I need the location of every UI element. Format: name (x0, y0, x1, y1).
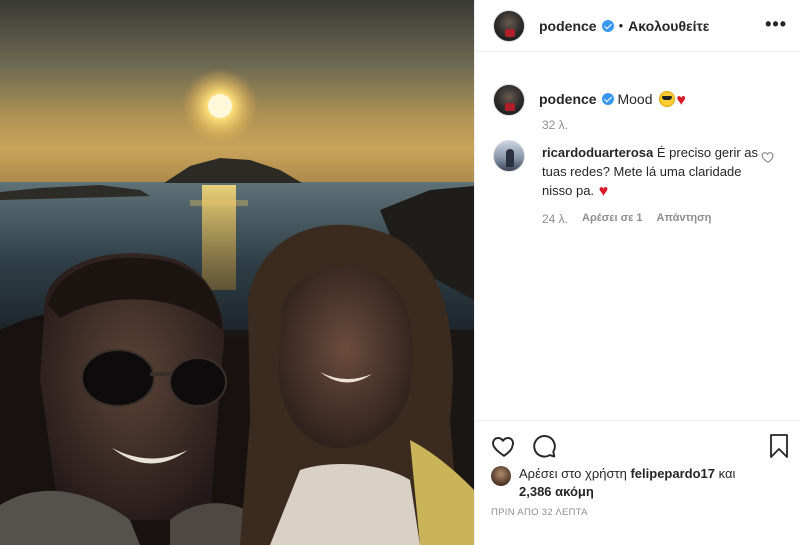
likes-summary: Αρέσει στο χρήστη felipepardo17 και 2,38… (491, 465, 791, 501)
caption-timestamp[interactable]: 32 λ. (542, 118, 568, 132)
user-avatar-icon[interactable] (493, 9, 525, 42)
likes-text: Αρέσει στο χρήστη felipepardo17 και 2,38… (519, 465, 735, 501)
liker-avatar-icon[interactable] (491, 466, 511, 486)
caption-username[interactable]: podence (539, 91, 597, 107)
sunset-selfie-image (0, 0, 474, 545)
post-photo[interactable] (0, 0, 474, 545)
comment-likes-button[interactable]: Αρέσει σε 1 (582, 212, 643, 226)
verified-badge-icon (601, 19, 614, 32)
red-heart-emoji-icon: ♥ (598, 183, 609, 200)
sunglasses-emoji-icon (659, 91, 676, 107)
comment-like-heart-icon[interactable] (761, 150, 775, 164)
verified-badge-icon (601, 93, 614, 105)
comment-icon[interactable] (531, 433, 557, 459)
comment-username[interactable]: ricardoduarterosa (542, 145, 653, 160)
header-separator: • (618, 18, 624, 33)
header-username[interactable]: podence (539, 18, 597, 34)
following-button[interactable]: Ακολουθείτε (628, 18, 709, 34)
caption-avatar-icon[interactable] (493, 84, 525, 116)
post-actions: Αρέσει στο χρήστη felipepardo17 και 2,38… (475, 420, 800, 545)
likes-others-button[interactable]: 2,386 ακόμη (519, 484, 594, 499)
comments-section: podence Mood ♥ 32 λ. ricardoduarterosa É… (475, 52, 800, 420)
heart-icon[interactable] (491, 433, 517, 459)
commenter-avatar-icon[interactable] (493, 140, 525, 172)
comment-timestamp[interactable]: 24 λ. (542, 212, 568, 226)
likes-and: και (718, 466, 736, 481)
caption-text: podence Mood ♥ (539, 90, 686, 110)
caption-row: podence Mood ♥ (493, 84, 686, 116)
more-options-button[interactable]: ••• (765, 15, 787, 33)
comment-text: ricardoduarterosa É preciso gerir as tua… (542, 143, 760, 201)
post-header: podence • Ακολουθείτε ••• (475, 0, 800, 52)
comment-meta: 24 λ. Αρέσει σε 1 Απάντηση (542, 212, 711, 226)
likes-prefix: Αρέσει στο χρήστη (519, 466, 627, 481)
comment-reply-button[interactable]: Απάντηση (657, 212, 712, 226)
red-heart-emoji-icon: ♥ (676, 92, 686, 109)
caption-body: Mood (617, 91, 653, 107)
action-icons (491, 433, 557, 459)
post-timestamp[interactable]: ΠΡΙΝ ΑΠΟ 32 ΛΕΠΤΑ (491, 507, 588, 518)
bookmark-icon[interactable] (767, 433, 791, 459)
post-details-panel: podence • Ακολουθείτε ••• podence Mood ♥… (474, 0, 800, 545)
liker-username[interactable]: felipepardo17 (630, 466, 715, 481)
